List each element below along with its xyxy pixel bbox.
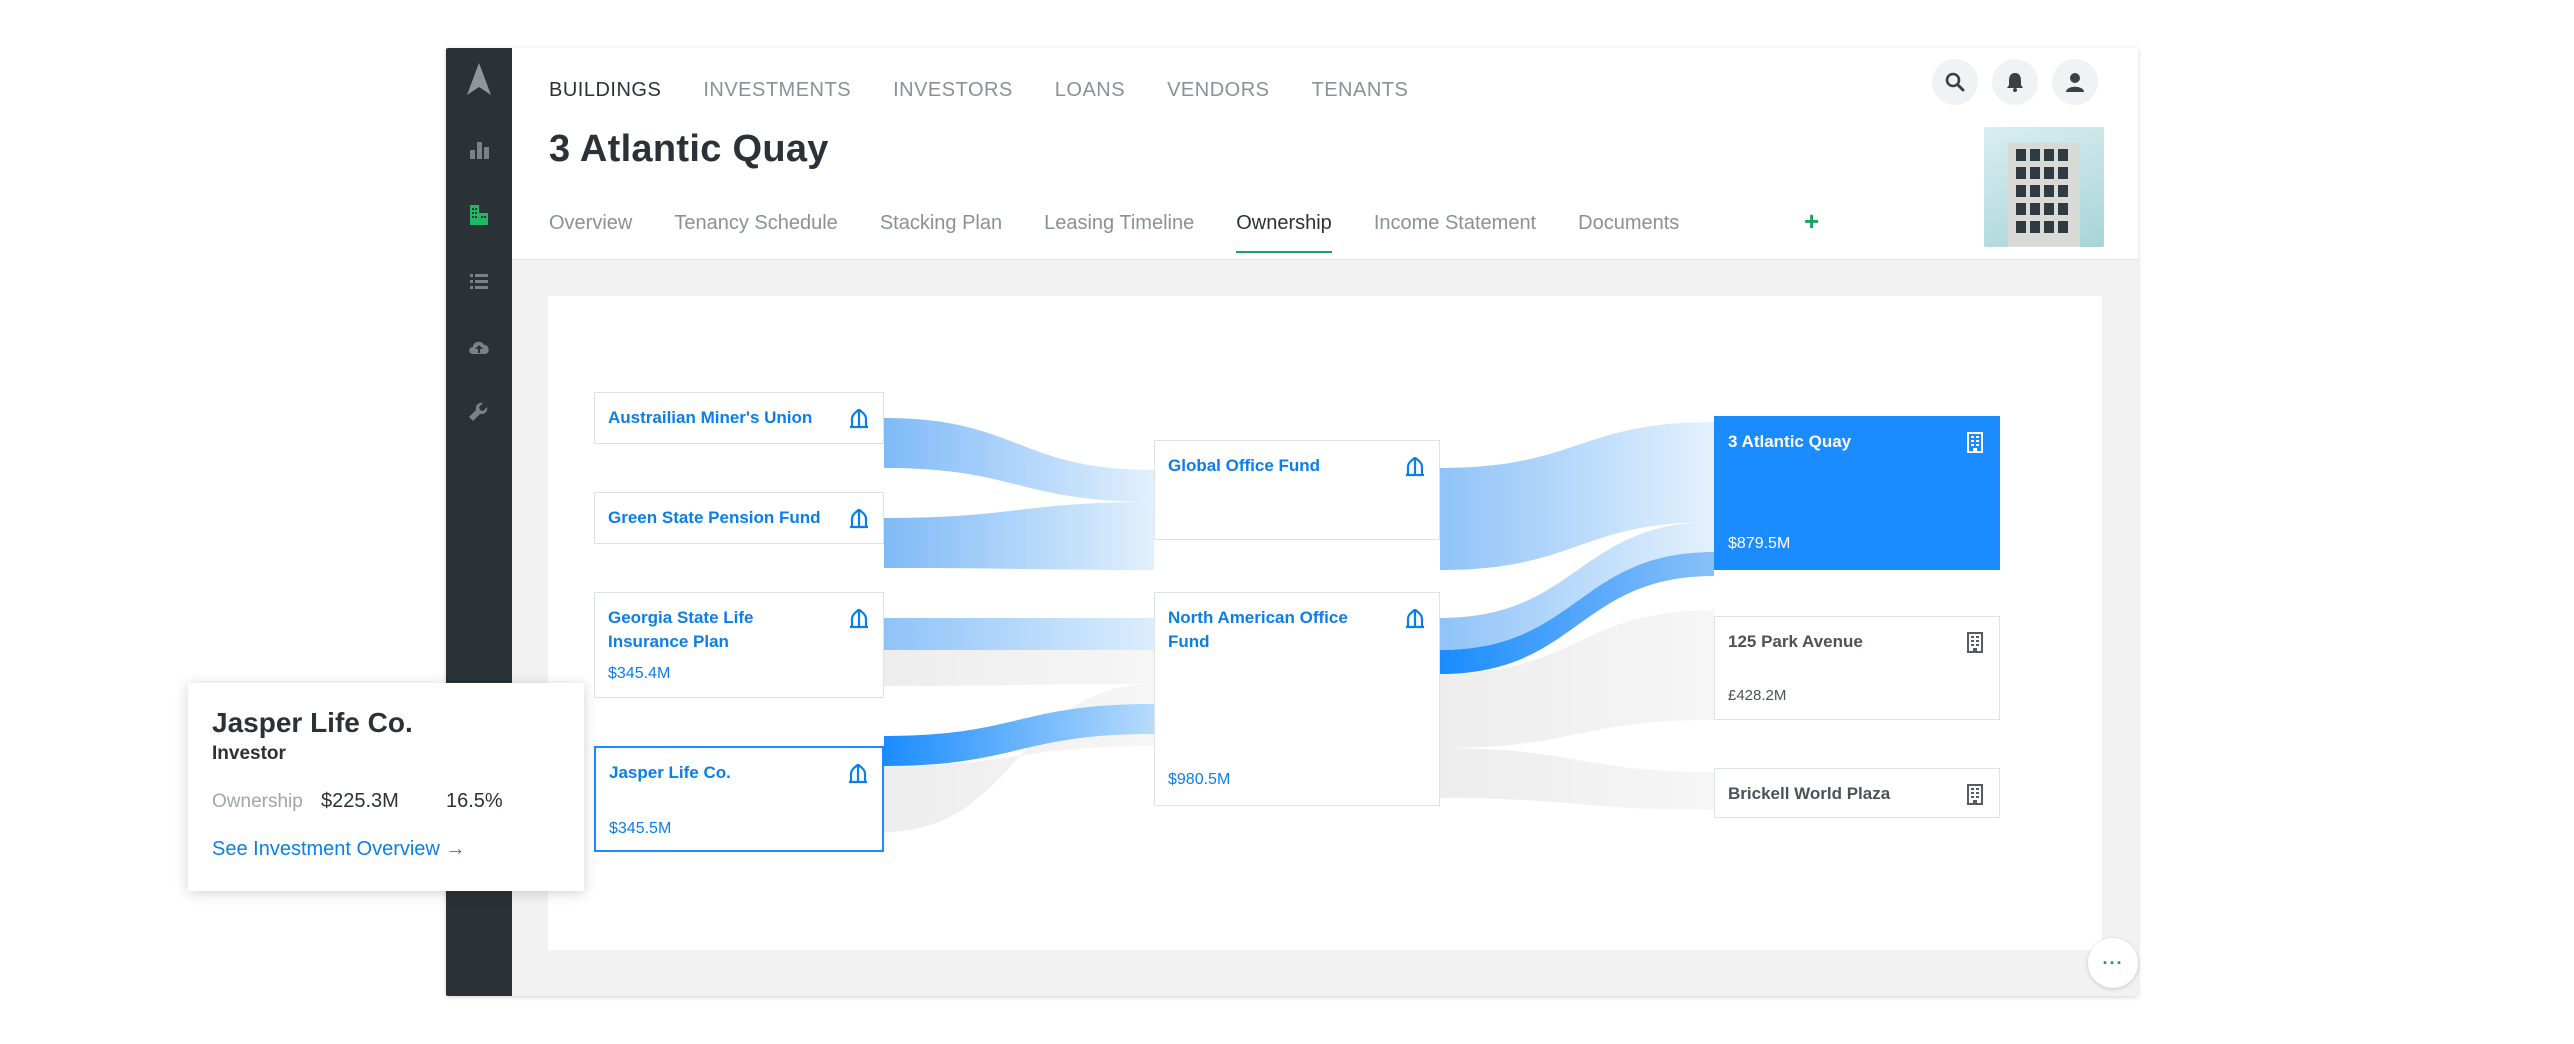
investor-value: $345.5M — [609, 820, 672, 837]
top-nav-investors[interactable]: INVESTORS — [893, 72, 1013, 108]
ownership-structure-icon[interactable] — [848, 607, 870, 629]
tab-stacking-plan[interactable]: Stacking Plan — [880, 212, 1002, 253]
flow-georgia-to-north-american-blue — [884, 618, 1154, 650]
popup-title: Jasper Life Co. — [212, 707, 413, 738]
logo-icon[interactable] — [464, 63, 494, 95]
top-nav-investments[interactable]: INVESTMENTS — [703, 72, 851, 108]
investor-node-georgia-state[interactable]: Georgia State Life Insurance Plan $345.4… — [594, 592, 884, 698]
fund-name: Global Office Fund — [1168, 456, 1321, 475]
building-node-125-park-avenue[interactable]: 125 Park Avenue £428.2M — [1714, 616, 2000, 720]
bar-chart-icon[interactable] — [464, 134, 494, 164]
building-icon — [1967, 432, 1983, 453]
investor-value: $345.4M — [608, 665, 671, 682]
fund-value: $980.5M — [1168, 771, 1231, 788]
investor-name: Austrailian Miner's Union — [608, 408, 813, 427]
ownership-structure-icon[interactable] — [1404, 455, 1426, 477]
tab-tenancy-schedule[interactable]: Tenancy Schedule — [674, 212, 837, 253]
top-nav: BUILDINGS INVESTMENTS INVESTORS LOANS VE… — [549, 72, 1450, 108]
ownership-structure-icon[interactable] — [848, 407, 870, 429]
investor-popup: Jasper Life Co. Investor Ownership $225.… — [188, 683, 584, 891]
top-nav-vendors[interactable]: VENDORS — [1167, 72, 1269, 108]
fund-name: North American Office Fund — [1168, 608, 1348, 651]
ownership-structure-icon[interactable] — [1404, 607, 1426, 629]
tab-ownership[interactable]: Ownership — [1236, 212, 1332, 253]
investor-name: Georgia State Life Insurance Plan — [608, 608, 754, 651]
ownership-structure-icon[interactable] — [847, 762, 869, 784]
investor-name: Green State Pension Fund — [608, 508, 821, 527]
flow-north-american-to-brickell — [1440, 748, 1714, 810]
building-value: £428.2M — [1728, 687, 1787, 704]
ownership-diagram: Austrailian Miner's Union Green State Pe… — [548, 296, 2102, 950]
fund-node-north-american-office[interactable]: North American Office Fund $980.5M — [1154, 592, 1440, 806]
building-thumbnail[interactable] — [1984, 127, 2104, 247]
top-nav-tenants[interactable]: TENANTS — [1312, 72, 1409, 108]
building-photo-icon — [2008, 143, 2080, 247]
ownership-structure-icon[interactable] — [848, 507, 870, 529]
bell-icon — [2007, 73, 2023, 92]
flow-green-state-to-global — [884, 502, 1154, 570]
investor-node-miners-union[interactable]: Austrailian Miner's Union — [594, 392, 884, 444]
flow-miners-to-global — [884, 418, 1154, 502]
list-icon[interactable] — [464, 266, 494, 296]
search-button[interactable] — [1932, 59, 1978, 105]
building-name: 3 Atlantic Quay — [1728, 432, 1852, 451]
building-node-atlantic-quay[interactable]: 3 Atlantic Quay $879.5M — [1714, 416, 2000, 570]
investor-name: Jasper Life Co. — [609, 763, 731, 782]
more-options-button[interactable]: ··· — [2088, 938, 2138, 988]
popup-ownership-label: Ownership — [212, 791, 303, 812]
popup-subtitle: Investor — [212, 743, 286, 764]
add-tab-button[interactable]: + — [1804, 206, 1819, 237]
cloud-upload-icon[interactable] — [464, 332, 494, 362]
tab-documents[interactable]: Documents — [1578, 212, 1679, 253]
sub-tabs: Overview Tenancy Schedule Stacking Plan … — [549, 212, 1721, 253]
fund-node-global-office[interactable]: Global Office Fund — [1154, 440, 1440, 540]
building-icon — [1967, 784, 1983, 805]
tab-income-statement[interactable]: Income Statement — [1374, 212, 1536, 253]
profile-button[interactable] — [2052, 59, 2098, 105]
see-investment-overview-link[interactable]: See Investment Overview → — [212, 838, 465, 861]
popup-ownership-amount: $225.3M — [321, 790, 399, 812]
buildings-icon[interactable] — [464, 200, 494, 230]
top-nav-buildings[interactable]: BUILDINGS — [549, 72, 661, 108]
tab-overview[interactable]: Overview — [549, 212, 632, 253]
building-node-brickell-world-plaza[interactable]: Brickell World Plaza — [1714, 768, 2000, 818]
building-name: 125 Park Avenue — [1728, 632, 1863, 651]
search-icon — [1945, 72, 1965, 92]
investor-node-green-state[interactable]: Green State Pension Fund — [594, 492, 884, 544]
investor-node-jasper-life[interactable]: Jasper Life Co. $345.5M — [594, 746, 884, 852]
building-value: $879.5M — [1728, 535, 1791, 552]
user-icon — [2066, 73, 2084, 92]
ownership-workarea: Austrailian Miner's Union Green State Pe… — [512, 260, 2138, 996]
building-name: Brickell World Plaza — [1728, 784, 1891, 803]
popup-ownership-percent: 16.5% — [446, 790, 503, 812]
building-icon — [1967, 632, 1983, 653]
app-window: BUILDINGS INVESTMENTS INVESTORS LOANS VE… — [446, 48, 2138, 996]
wrench-icon[interactable] — [464, 398, 494, 428]
top-nav-loans[interactable]: LOANS — [1055, 72, 1125, 108]
notifications-button[interactable] — [1992, 59, 2038, 105]
tab-leasing-timeline[interactable]: Leasing Timeline — [1044, 212, 1194, 253]
page-title: 3 Atlantic Quay — [549, 128, 829, 170]
